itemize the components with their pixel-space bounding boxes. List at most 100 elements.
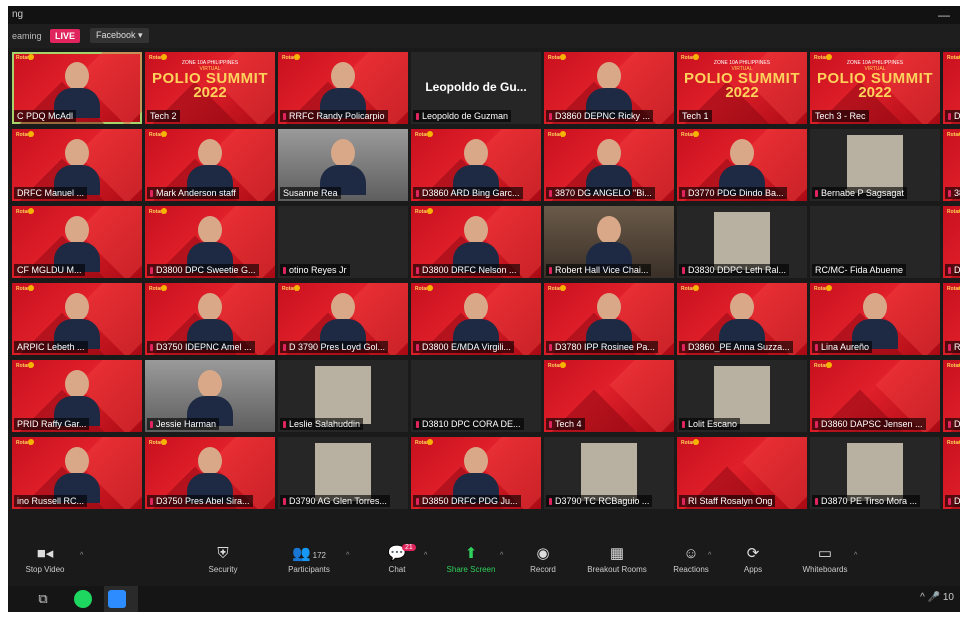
participant-video [586, 135, 632, 195]
muted-mic-icon [150, 267, 153, 275]
security-button[interactable]: ⛨ Security [188, 544, 258, 584]
muted-mic-icon [549, 421, 552, 429]
participant-tile[interactable]: Rotary DRFC Manuel ... [12, 129, 142, 201]
muted-mic-icon [150, 344, 153, 352]
muted-mic-icon [283, 267, 286, 275]
chat-caret[interactable]: ^ [424, 552, 427, 559]
participant-tile[interactable]: Rotary3860 PDG R [943, 129, 960, 201]
participant-video [54, 58, 100, 118]
participant-tile[interactable]: Jessie Harman [145, 360, 275, 432]
video-options-caret[interactable]: ^ [80, 552, 83, 559]
muted-mic-icon [416, 267, 419, 275]
participant-tile[interactable]: Rotary D3800 E/MDA Virgili... [411, 283, 541, 355]
participant-tile[interactable]: Rotary D3780 IPP Rosinee Pa... [544, 283, 674, 355]
minimize-button[interactable]: — [938, 8, 950, 22]
participant-tile[interactable]: Rotary C PDQ McAdl [12, 52, 142, 124]
rotary-wheel-icon [959, 362, 960, 368]
rotary-wheel-icon [560, 131, 566, 137]
streaming-label: eaming [12, 31, 42, 41]
participant-tile[interactable]: Robert Hall Vice Chai... [544, 206, 674, 278]
participant-name-label: D 3790 Pres Loyd Gol... [280, 341, 389, 353]
participant-name: 3870 DG ANGELO "Bi... [555, 188, 652, 198]
participant-tile[interactable]: Rotary D3860 ARD Bing Garc... [411, 129, 541, 201]
participant-tile[interactable]: Rotary ino Russell RC... [12, 437, 142, 509]
muted-mic-icon [815, 190, 818, 198]
whiteboards-caret[interactable]: ^ [854, 552, 857, 559]
stop-video-button[interactable]: ■◂ Stop Video [10, 544, 80, 584]
participant-tile[interactable]: Leslie Salahuddin [278, 360, 408, 432]
whiteboards-label: Whiteboards [802, 565, 848, 574]
participant-tile[interactable]: RotaryD3800 DIS R [943, 437, 960, 509]
participant-tile[interactable]: Rotary D3750 Pres Abel Sira... [145, 437, 275, 509]
rotary-wheel-icon [28, 439, 34, 445]
participant-tile[interactable]: RC/MC- Fida Abueme [810, 206, 940, 278]
participant-tile[interactable]: Rotary D3800 DRFC Nelson ... [411, 206, 541, 278]
chat-button[interactable]: 💬 21 Chat [362, 544, 432, 584]
participant-tile[interactable]: RotaryD3770 PDG F [943, 52, 960, 124]
person-head [65, 370, 89, 398]
participant-tile[interactable]: otino Reyes Jr [278, 206, 408, 278]
participant-tile[interactable]: D3870 PE Tirso Mora ... [810, 437, 940, 509]
share-caret[interactable]: ^ [500, 552, 503, 559]
participant-tile[interactable]: Rotary D3860 DAPSC Jensen ... [810, 360, 940, 432]
participants-button[interactable]: 👥 172 Participants [274, 544, 344, 584]
participant-tile[interactable]: Rotary D3850 DRFC PDG Ju... [411, 437, 541, 509]
participant-tile[interactable]: Rotary D3860 DEPNC Ricky ... [544, 52, 674, 124]
share-screen-button[interactable]: ⬆ Share Screen [436, 544, 506, 584]
participant-name-label: D3860 DAPSC Jensen ... [812, 418, 926, 430]
participant-name-label: D3800 E/MDA Virgili... [413, 341, 514, 353]
participant-tile[interactable]: Rotary Mark Anderson staff [145, 129, 275, 201]
stream-destination-dropdown[interactable]: Facebook ▾ [90, 28, 149, 43]
participant-tile[interactable]: Rotary ZONE 10A PHILIPPINES VIRTUAL POLIO S… [145, 52, 275, 124]
participant-video [320, 135, 366, 195]
participant-tile[interactable]: Rotary D 3790 Pres Loyd Gol... [278, 283, 408, 355]
rotary-wheel-icon [161, 285, 167, 291]
whiteboards-button[interactable]: ▭ Whiteboards [790, 544, 860, 584]
participant-tile[interactable]: Rotary ARPIC Lebeth ... [12, 283, 142, 355]
rotary-wheel-icon [427, 285, 433, 291]
participant-tile[interactable]: Rotary ZONE 10A PHILIPPINES VIRTUAL POLIO S… [810, 52, 940, 124]
participant-tile[interactable]: Rotary ZONE 10A PHILIPPINES VIRTUAL POLIO S… [677, 52, 807, 124]
participant-tile[interactable]: Rotary D3770 PDG Dindo Ba... [677, 129, 807, 201]
participant-tile[interactable]: Rotary D3750 IDEPNC Amel ... [145, 283, 275, 355]
participant-tile[interactable]: D3790 TC RCBaguio ... [544, 437, 674, 509]
participant-tile[interactable]: Rotary Tech 4 [544, 360, 674, 432]
participant-tile[interactable]: Rotary Lina Aureño [810, 283, 940, 355]
participant-tile[interactable]: Rotary CF MGLDU M... [12, 206, 142, 278]
person-head [198, 216, 222, 244]
rotary-wheel-icon [560, 285, 566, 291]
participants-caret[interactable]: ^ [346, 552, 349, 559]
participant-tile[interactable]: Rotary RRFC Randy Policarpio [278, 52, 408, 124]
participant-tile[interactable]: Leopoldo de Gu... Leopoldo de Guzman [411, 52, 541, 124]
participant-tile[interactable]: Bernabe P Sagsagat [810, 129, 940, 201]
spotify-icon[interactable] [74, 590, 92, 608]
reactions-button[interactable]: ☺ Reactions [656, 544, 726, 584]
participant-tile[interactable]: RotaryD3790 Pres L [943, 206, 960, 278]
participant-tile[interactable]: Rotary RI Staff Rosalyn Ong [677, 437, 807, 509]
participant-video [453, 289, 499, 349]
record-button[interactable]: ◉ Record [508, 544, 578, 584]
participant-tile[interactable]: Susanne Rea [278, 129, 408, 201]
participant-video [54, 135, 100, 195]
participant-tile[interactable]: Rotary D3860_PE Anna Suzza... [677, 283, 807, 355]
apps-button[interactable]: ⟳ Apps [718, 544, 788, 584]
participant-tile[interactable]: D3810 DPC CORA DE... [411, 360, 541, 432]
breakout-rooms-button[interactable]: ▦ Breakout Rooms [582, 544, 652, 584]
participant-tile[interactable]: Rotary 3870 DG ANGELO "Bi... [544, 129, 674, 201]
participant-name-label: 3860 PDG R [945, 187, 960, 199]
participant-tile[interactable]: Rotary D3800 DPC Sweetie G... [145, 206, 275, 278]
participant-tile[interactable]: D3830 DDPC Leth Ral... [677, 206, 807, 278]
participant-tile[interactable]: RotaryD3810 PDG [943, 360, 960, 432]
muted-mic-icon [416, 498, 419, 506]
zoom-icon[interactable] [108, 590, 126, 608]
reactions-caret[interactable]: ^ [708, 552, 711, 559]
person-head [863, 293, 887, 321]
participant-tile[interactable]: Lolit Escano [677, 360, 807, 432]
muted-mic-icon [549, 113, 552, 121]
task-view-icon[interactable]: ⧉ [34, 590, 52, 608]
participant-tile[interactable]: RotaryRID 3790 - P [943, 283, 960, 355]
reactions-icon: ☺ [683, 545, 699, 562]
participant-tile[interactable]: Rotary PRID Raffy Gar... [12, 360, 142, 432]
participant-tile[interactable]: D3790 AG Glen Torres... [278, 437, 408, 509]
participant-name-label: D3850 DRFC PDG Ju... [413, 495, 521, 507]
